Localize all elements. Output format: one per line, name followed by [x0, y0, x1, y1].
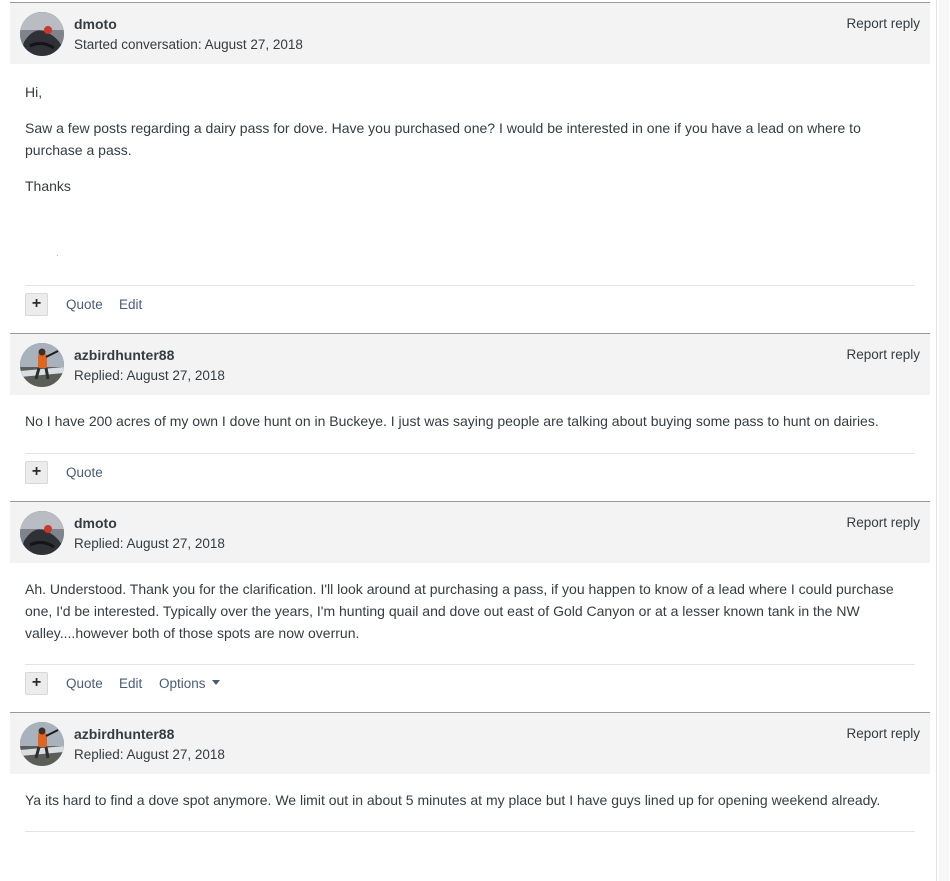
conversation-thread: dmoto Started conversation: August 27, 2…: [10, 2, 930, 879]
reaction-plus-button[interactable]: +: [25, 293, 48, 316]
quote-button[interactable]: Quote: [66, 465, 103, 480]
reaction-plus-button[interactable]: +: [25, 672, 48, 695]
options-label: Options: [159, 676, 206, 691]
post-paragraph: Hi,: [25, 84, 43, 100]
author-name[interactable]: azbirdhunter88: [74, 347, 174, 363]
post-paragraph: Saw a few posts regarding a dairy pass f…: [25, 120, 861, 158]
post-header: azbirdhunter88 Replied: August 27, 2018 …: [10, 334, 930, 395]
post: azbirdhunter88 Replied: August 27, 2018 …: [10, 712, 930, 879]
post-header: dmoto Replied: August 27, 2018 Report re…: [10, 502, 930, 563]
scrollbar-rail[interactable]: [939, 0, 949, 881]
avatar[interactable]: [20, 12, 64, 56]
post-paragraph: Ah. Understood. Thank you for the clarif…: [25, 581, 894, 641]
post-paragraph: Ya its hard to find a dove spot anymore.…: [25, 792, 881, 808]
author-name[interactable]: dmoto: [74, 515, 117, 531]
dmoto-avatar-image: [20, 511, 64, 555]
report-reply-link[interactable]: Report reply: [846, 347, 920, 362]
post-content: Ah. Understood. Thank you for the clarif…: [10, 563, 930, 644]
report-reply-link[interactable]: Report reply: [846, 515, 920, 530]
avatar[interactable]: [20, 722, 64, 766]
post-paragraph: No I have 200 acres of my own I dove hun…: [25, 413, 879, 429]
post-paragraph: Thanks: [25, 178, 71, 194]
post-date: Replied: August 27, 2018: [74, 368, 225, 383]
post-header: dmoto Started conversation: August 27, 2…: [10, 3, 930, 64]
post: dmoto Started conversation: August 27, 2…: [10, 2, 930, 333]
post-content: Hi, Saw a few posts regarding a dairy pa…: [10, 64, 930, 285]
post-date: Started conversation: August 27, 2018: [74, 37, 303, 52]
scrollbar-track[interactable]: [936, 0, 950, 881]
post: azbirdhunter88 Replied: August 27, 2018 …: [10, 333, 930, 501]
dmoto-avatar-image: [20, 12, 64, 56]
edit-button[interactable]: Edit: [119, 297, 142, 312]
report-reply-link[interactable]: Report reply: [846, 16, 920, 31]
post-date: Replied: August 27, 2018: [74, 747, 225, 762]
options-dropdown[interactable]: Options: [159, 676, 220, 691]
edit-button[interactable]: Edit: [119, 676, 142, 691]
quote-button[interactable]: Quote: [66, 676, 103, 691]
post-actions: + Quote: [25, 453, 915, 501]
reaction-plus-button[interactable]: +: [25, 461, 48, 484]
post: dmoto Replied: August 27, 2018 Report re…: [10, 501, 930, 712]
report-reply-link[interactable]: Report reply: [846, 726, 920, 741]
avatar[interactable]: [20, 343, 64, 387]
post-actions: [25, 831, 915, 879]
post-actions: + Quote Edit Options: [25, 664, 915, 712]
avatar[interactable]: [20, 511, 64, 555]
post-spacer: [25, 211, 915, 285]
post-content: No I have 200 acres of my own I dove hun…: [10, 395, 930, 432]
quote-button[interactable]: Quote: [66, 297, 103, 312]
azbirdhunter88-avatar-image: [20, 343, 64, 387]
post-actions: + Quote Edit: [25, 285, 915, 333]
chevron-down-icon: [211, 679, 220, 685]
post-content: Ya its hard to find a dove spot anymore.…: [10, 774, 930, 811]
author-name[interactable]: dmoto: [74, 16, 117, 32]
post-date: Replied: August 27, 2018: [74, 536, 225, 551]
post-header: azbirdhunter88 Replied: August 27, 2018 …: [10, 713, 930, 774]
azbirdhunter88-avatar-image: [20, 722, 64, 766]
author-name[interactable]: azbirdhunter88: [74, 726, 174, 742]
